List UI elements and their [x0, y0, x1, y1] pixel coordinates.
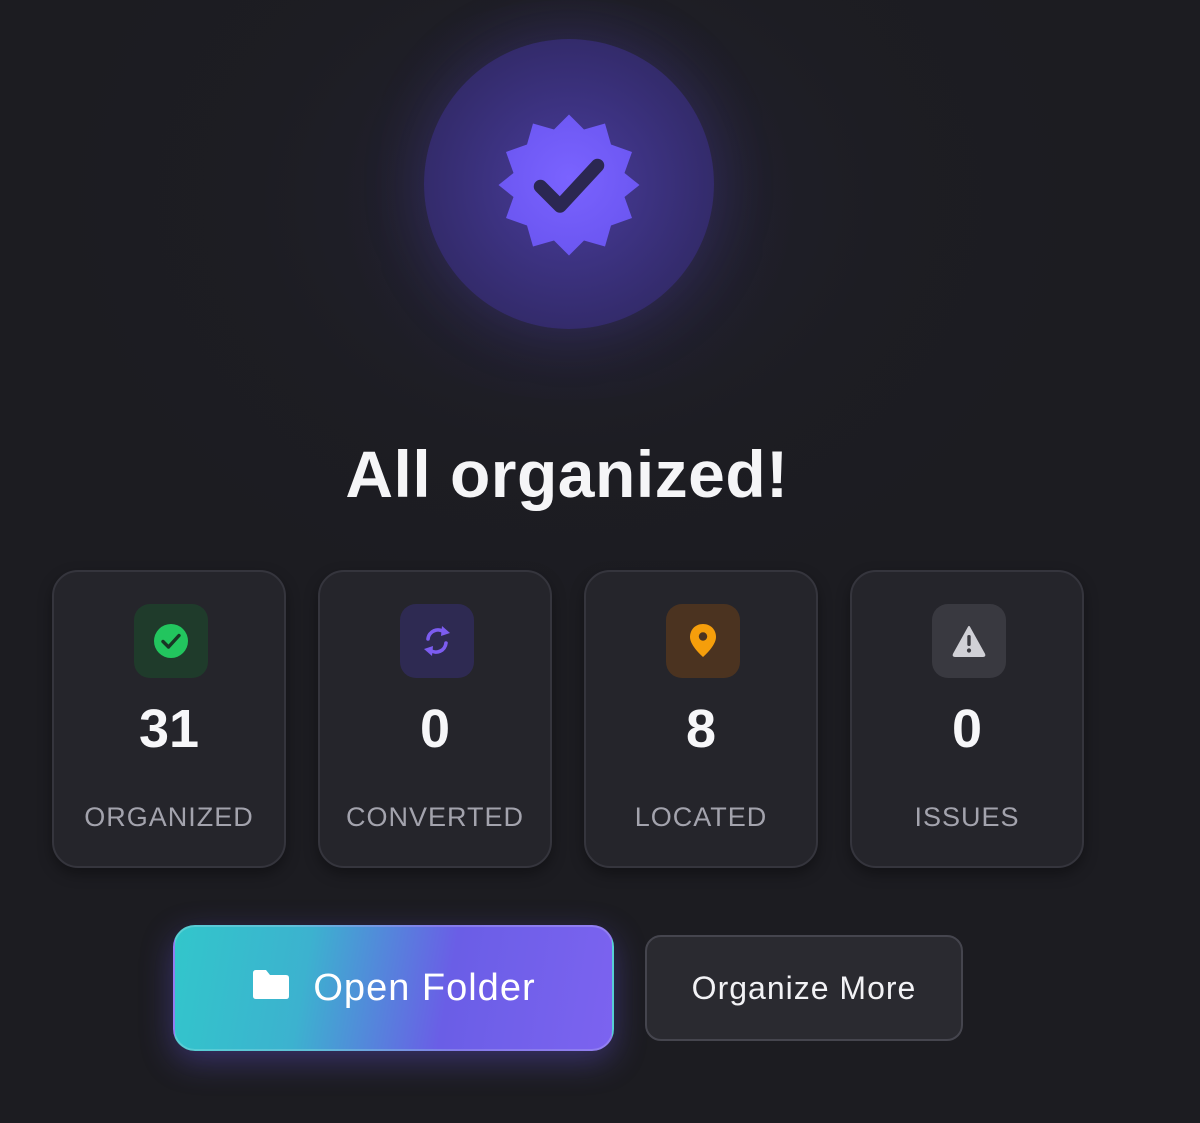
- verified-badge-icon: [498, 114, 640, 256]
- stat-value: 0: [951, 699, 983, 759]
- stat-value: 0: [419, 699, 451, 759]
- stat-value: 8: [685, 699, 717, 759]
- organize-more-button[interactable]: Organize More: [645, 935, 963, 1041]
- stat-label: ORGANIZED: [84, 802, 254, 832]
- open-folder-label: Open Folder: [313, 966, 536, 1009]
- stat-card-organized: 31 ORGANIZED: [52, 570, 286, 868]
- check-circle-icon: [134, 604, 208, 678]
- stat-card-converted: 0 CONVERTED: [318, 570, 552, 868]
- completion-screen: All organized! 31 ORGANIZED 0 CONVERTED: [0, 0, 1200, 1123]
- folder-icon: [253, 970, 290, 999]
- refresh-icon: [400, 604, 474, 678]
- location-pin-icon: [666, 604, 740, 678]
- open-folder-button[interactable]: Open Folder: [173, 925, 614, 1051]
- stat-value: 31: [138, 699, 200, 759]
- stat-label: LOCATED: [634, 802, 768, 832]
- stat-card-issues: 0 ISSUES: [850, 570, 1084, 868]
- stat-card-located: 8 LOCATED: [584, 570, 818, 868]
- page-title: All organized!: [345, 437, 789, 511]
- organize-more-label: Organize More: [691, 969, 917, 1006]
- stat-label: ISSUES: [914, 802, 1020, 832]
- stat-label: CONVERTED: [345, 802, 525, 832]
- warning-icon: [932, 604, 1006, 678]
